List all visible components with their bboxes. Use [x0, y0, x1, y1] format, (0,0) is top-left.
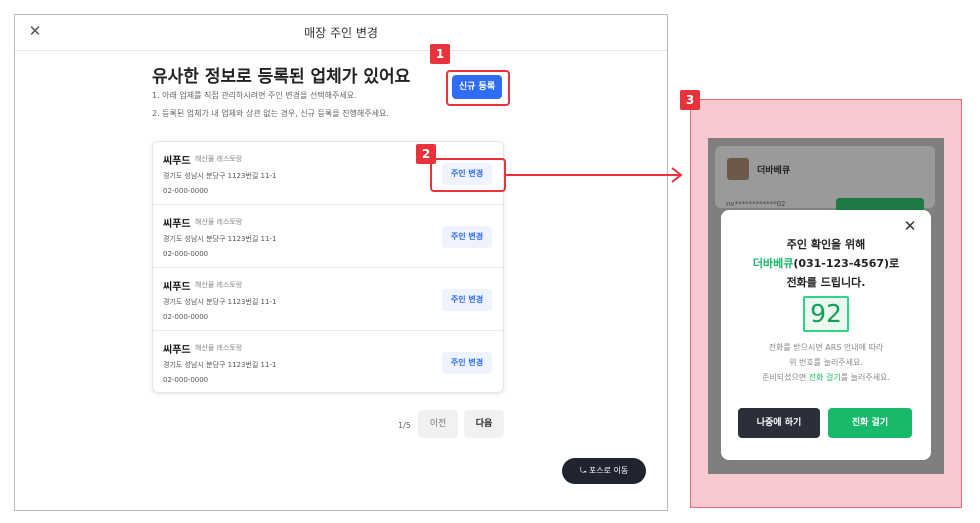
dialog-line-3: 전화를 드립니다. [786, 276, 866, 289]
store-title: 더바베큐 [757, 166, 791, 176]
dialog-sub-2: 위 번호를 눌러주세요. [789, 358, 863, 367]
phone-number-text: (031-123-4567)로 [793, 257, 900, 270]
store-name-highlight: 더바베큐 [752, 257, 794, 270]
dialog-sub-3b: 를 눌러주세요. [840, 373, 890, 382]
dialog-line-1: 주인 확인을 위해 [786, 238, 866, 251]
verification-code: 92 [803, 296, 849, 332]
dialog-sub-3: 준비되셨으면 전화 걸기를 눌러주세요. [721, 372, 931, 383]
dialog-sub-3a: 준비되셨으면 [762, 373, 809, 382]
dialog-line-2: 더바베큐(031-123-4567)로 [721, 255, 931, 271]
dialog-sub-1: 전화를 받으시면 ARS 안내에 따라 [768, 343, 884, 352]
masked-id: nv************02 [726, 200, 786, 208]
store-thumbnail [727, 158, 749, 180]
call-button[interactable]: 전화 걸기 [828, 408, 912, 438]
close-icon[interactable]: ✕ [902, 218, 918, 234]
screen: 매장 주인 변경 ✕ 유사한 정보로 등록된 업체가 있어요 1. 아래 업체를… [0, 0, 980, 523]
annotation-badge-3: 3 [680, 90, 700, 110]
call-highlight: 전화 걸기 [808, 373, 841, 382]
later-button[interactable]: 나중에 하기 [738, 408, 820, 438]
